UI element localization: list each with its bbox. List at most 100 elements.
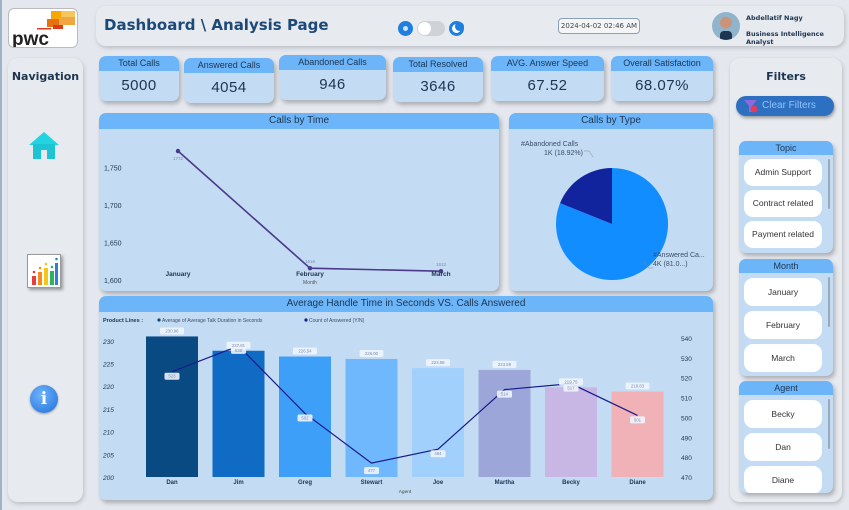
clear-filter-icon (744, 100, 758, 113)
x-tick-label: Dan (166, 480, 178, 486)
x-axis-title: Agent (399, 489, 412, 495)
y-left-tick-label: 210 (102, 430, 114, 437)
y-right-tick-label: 520 (681, 376, 692, 383)
bar-data-label: 223.98 (431, 360, 445, 365)
line-data-label: 517 (567, 386, 575, 391)
kpi-label: Overall Satisfaction (611, 56, 713, 71)
line-data-label: 501 (634, 417, 642, 422)
agent-slicer: Agent Becky Dan Diane (739, 381, 833, 493)
bar-data-label: 226.00 (365, 351, 379, 356)
kpi-abandoned-calls: Abandoned Calls 946 (279, 55, 386, 100)
legend-item-bar: Average of Average Talk Duration in Seco… (162, 318, 263, 324)
aht-vs-answered-chart: Product Lines : Average of Average Talk D… (102, 318, 692, 495)
user-name: Abdellatif Nagy (746, 14, 803, 22)
slicer-scrollbar[interactable] (828, 277, 830, 327)
slicer-item-diane[interactable]: Diane (744, 466, 822, 493)
x-tick-label: January (166, 271, 191, 278)
data-label: 1772 (173, 156, 184, 161)
kpi-value: 946 (319, 76, 346, 93)
x-tick-label: Greg (298, 480, 312, 486)
kpi-value: 3646 (420, 78, 456, 95)
x-tick-label: Jim (233, 480, 243, 486)
slicer-item-dan[interactable]: Dan (744, 433, 822, 461)
y-right-tick-label: 500 (681, 415, 692, 422)
pie-label-answered-value: 4K (81.0...) (653, 261, 688, 268)
pwc-logo: pwc (8, 8, 78, 48)
header-bar: Dashboard \ Analysis Page 2024-04-02 02:… (96, 6, 844, 46)
kpi-label: Abandoned Calls (279, 55, 386, 70)
light-mode-icon[interactable] (398, 21, 413, 36)
datetime-display: 2024-04-02 02:46 AM (558, 18, 640, 34)
bar-martha (478, 369, 531, 477)
logo-text: pwc (12, 29, 49, 48)
bar-data-label: 219.75 (564, 379, 578, 384)
navigation-title: Navigation (11, 70, 80, 83)
x-tick-label: Joe (433, 480, 444, 486)
slicer-title: Month (739, 259, 833, 273)
kpi-label: AVG. Answer Speed (491, 56, 604, 71)
slicer-item-admin-support[interactable]: Admin Support (744, 159, 822, 186)
x-tick-label: Martha (495, 480, 515, 486)
nav-home-button[interactable] (28, 130, 60, 160)
legend-marker-bar (157, 318, 161, 322)
theme-toggle[interactable] (398, 18, 464, 37)
x-tick-label: Diane (629, 480, 646, 486)
nav-info-button[interactable]: i (30, 385, 58, 413)
kpi-avg-answer-speed: AVG. Answer Speed 67.52 (491, 56, 604, 101)
y-tick-label: 1,750 (104, 166, 122, 173)
navigation-panel: Navigation i (8, 58, 83, 502)
line-data-label: 502 (301, 415, 309, 420)
user-role: Business Intelligence Analyst (746, 30, 824, 46)
calls-by-time-card: Calls by Time 1,600 1,650 1,700 1,750 1772 Ja… (99, 113, 499, 291)
x-tick-label: Becky (562, 480, 580, 486)
calls-by-time-chart: 1,600 1,650 1,700 1,750 1772 January 1616 Febru… (104, 148, 451, 286)
y-left-tick-label: 200 (102, 475, 114, 482)
line-data-label: 523 (168, 374, 176, 379)
x-tick-label: Stewart (361, 480, 383, 486)
slicer-item-february[interactable]: February (744, 311, 822, 339)
info-icon: i (40, 389, 48, 409)
filters-panel: Filters Clear Filters Topic Admin Suppor… (730, 58, 842, 502)
bar-becky (545, 387, 597, 477)
legend-marker-line (304, 318, 308, 322)
kpi-total-calls: Total Calls 5000 (99, 56, 179, 101)
chart-title: Average Handle Time in Seconds VS. Calls… (99, 296, 713, 312)
slicer-item-payment-related[interactable]: Payment related (744, 221, 822, 248)
bar-joe (412, 368, 464, 477)
kpi-answered-calls: Answered Calls 4054 (184, 58, 274, 103)
chart-title: Calls by Time (99, 113, 499, 129)
legend-item-line: Count of Answered (Y/N) (309, 318, 365, 324)
bar-data-label: 218.83 (631, 384, 645, 389)
y-tick-label: 1,650 (104, 241, 122, 248)
chart-title: Calls by Type (509, 113, 713, 129)
slicer-item-contract-related[interactable]: Contract related (744, 190, 822, 217)
x-axis-title: Month (303, 280, 317, 286)
home-icon (29, 132, 59, 159)
slicer-item-becky[interactable]: Becky (744, 400, 822, 428)
line-data-label: 477 (368, 468, 376, 473)
kpi-label: Answered Calls (184, 58, 274, 73)
y-left-tick-label: 230 (102, 339, 114, 346)
kpi-value: 67.52 (527, 77, 568, 94)
data-point (307, 266, 313, 271)
slicer-item-march[interactable]: March (744, 344, 822, 372)
y-left-tick-label: 225 (102, 362, 114, 369)
leader-line (584, 150, 594, 158)
slicer-title: Agent (739, 381, 833, 395)
bar-data-label: 226.54 (298, 349, 312, 354)
slicer-scrollbar[interactable] (828, 159, 830, 209)
y-tick-label: 1,700 (104, 203, 122, 210)
bar-diane (611, 391, 664, 477)
slicer-item-january[interactable]: January (744, 278, 822, 306)
theme-switch[interactable] (417, 21, 445, 36)
slicer-scrollbar[interactable] (828, 399, 830, 449)
kpi-label: Total Resolved (393, 57, 483, 72)
pwc-logo-graphic: pwc (12, 11, 75, 48)
topic-slicer: Topic Admin Support Contract related Pay… (739, 141, 833, 253)
kpi-value: 4054 (211, 79, 247, 96)
dark-mode-icon[interactable] (449, 21, 464, 36)
clear-filters-button[interactable]: Clear Filters (736, 96, 834, 116)
data-label: 1612 (436, 262, 447, 267)
nav-analysis-button[interactable] (27, 254, 61, 288)
filters-title: Filters (766, 70, 806, 83)
